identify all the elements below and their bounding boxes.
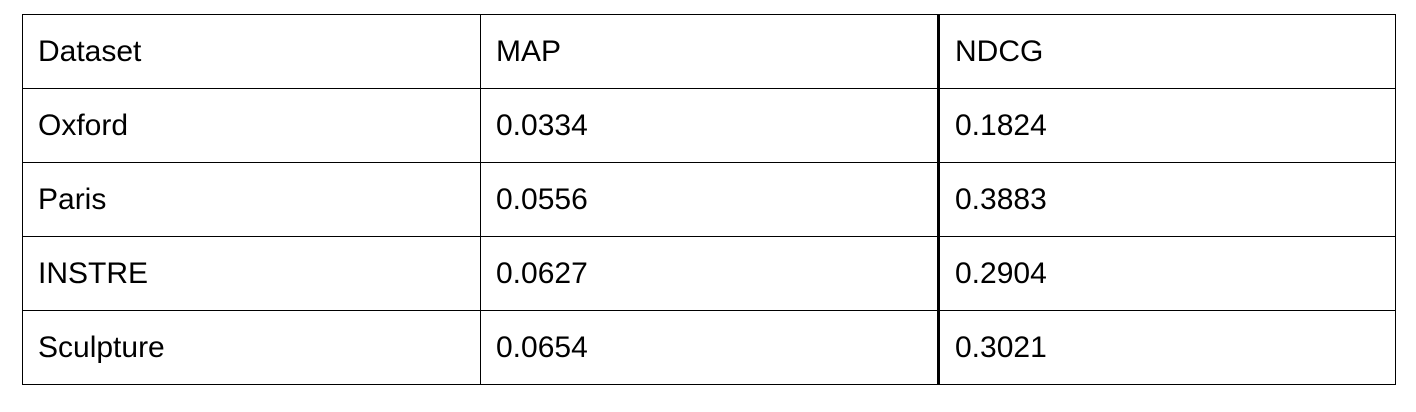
table-row: Sculpture 0.0654 0.3021 [22, 310, 1396, 385]
header-dataset: Dataset [22, 14, 481, 89]
cell-ndcg: 0.3883 [937, 162, 1396, 237]
cell-map: 0.0556 [480, 162, 939, 237]
results-table: Dataset MAP NDCG Oxford 0.0334 0.1824 Pa… [22, 14, 1396, 385]
table-header-row: Dataset MAP NDCG [22, 14, 1396, 89]
cell-ndcg: 0.1824 [937, 88, 1396, 163]
header-ndcg: NDCG [937, 14, 1396, 89]
cell-dataset: Paris [22, 162, 481, 237]
table-row: INSTRE 0.0627 0.2904 [22, 236, 1396, 311]
cell-dataset: Oxford [22, 88, 481, 163]
cell-map: 0.0334 [480, 88, 939, 163]
cell-ndcg: 0.2904 [937, 236, 1396, 311]
cell-map: 0.0627 [480, 236, 939, 311]
table-row: Oxford 0.0334 0.1824 [22, 88, 1396, 163]
header-map: MAP [480, 14, 939, 89]
cell-map: 0.0654 [480, 310, 939, 385]
table-row: Paris 0.0556 0.3883 [22, 162, 1396, 237]
cell-ndcg: 0.3021 [937, 310, 1396, 385]
cell-dataset: Sculpture [22, 310, 481, 385]
cell-dataset: INSTRE [22, 236, 481, 311]
